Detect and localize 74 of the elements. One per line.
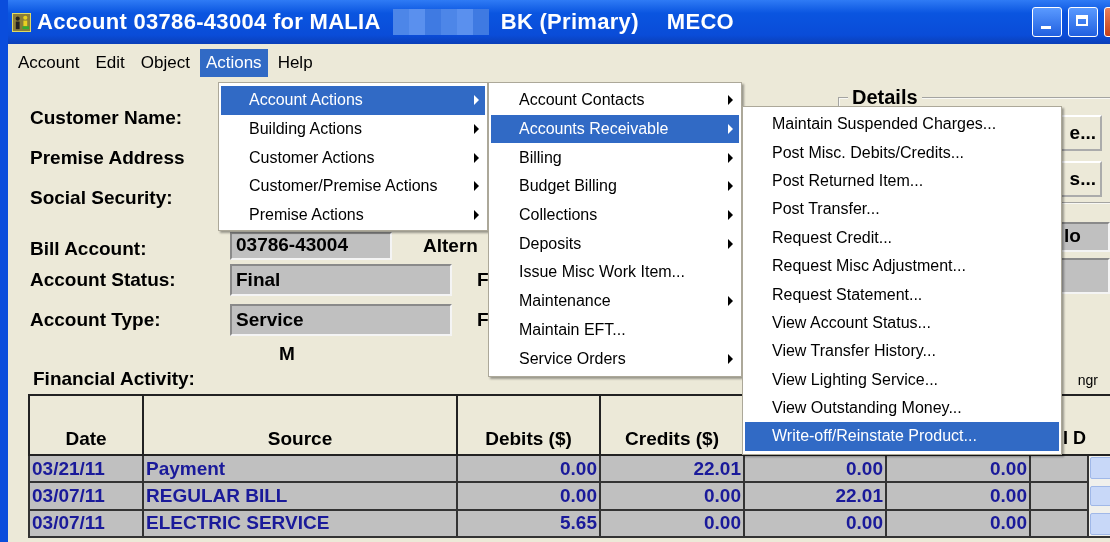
table-cell: 0.00 [457,455,600,483]
menu-item[interactable]: Post Transfer... [745,195,1059,224]
table-cell: 0.00 [886,482,1030,510]
menu-item[interactable]: Collections [491,200,739,230]
menu-item[interactable]: Request Statement... [745,280,1059,309]
maximize-button[interactable] [1068,7,1098,37]
window-title: BK (Primary) [500,9,639,35]
menu-item[interactable]: Budget Billing [491,172,739,201]
menu-item[interactable]: View Transfer History... [745,337,1059,366]
column-header: Credits ($) [600,395,744,455]
menu-item[interactable]: Account Contacts [491,86,739,115]
menu-item[interactable]: Building Actions [221,114,485,144]
menu-item[interactable]: View Lighting Service... [745,365,1059,394]
text-field[interactable]: Service [230,304,452,336]
menu-item[interactable]: Premise Actions [221,200,485,230]
text-field[interactable]: 03786-43004 [230,232,392,260]
table-cell: 5.65 [457,509,600,537]
text-field[interactable]: Final [230,264,452,296]
menu-item[interactable]: Maintain EFT... [491,315,739,345]
table-cell: 0.00 [457,482,600,510]
menu-item[interactable]: Edit [89,49,131,77]
table-cell: REGULAR BILL [143,482,457,510]
table-cell: ELECTRIC SERVICE [143,509,457,537]
field-label: Account Status: [30,269,177,291]
table-cell: 22.01 [600,455,744,483]
text-field[interactable] [1060,258,1110,294]
menu-item[interactable]: Actions [199,49,268,77]
table-cell: 0.00 [744,455,886,483]
table-cell: Payment [143,455,457,483]
field-label: Social Security: [30,187,174,209]
minimize-button[interactable] [1032,7,1062,37]
field-label: F [477,269,489,291]
menu-item[interactable]: Customer/Premise Actions [221,172,485,201]
field-label: Customer Name: [30,107,184,129]
column-header: Debits ($) [457,395,600,455]
column-header: Source [143,395,457,455]
window-title: MECO [666,9,734,35]
table-cell: 0.00 [600,509,744,537]
menu-item[interactable]: Help [271,49,319,77]
field-label: F [477,309,489,331]
menu-item[interactable]: View Account Status... [745,308,1059,338]
menu-item[interactable]: Write-off/Reinstate Product... [745,422,1059,451]
section-title: Financial Activity: [33,368,195,390]
menu-item[interactable]: Maintenance [491,286,739,316]
table-cell: 03/07/11 [29,482,143,510]
menu-item[interactable]: Object [134,49,196,77]
table-cell: 0.00 [886,455,1030,483]
table-cell: 03/21/11 [29,455,143,483]
column-header: Date [29,395,143,455]
field-label: Bill Account: [30,238,148,260]
table-cell: 0.00 [744,509,886,537]
field-label: Premise Address [30,147,186,169]
field-label: Account Type: [30,309,162,331]
menu-item[interactable]: Request Misc Adjustment... [745,251,1059,281]
field-label: Altern [423,235,478,257]
menu-item[interactable]: Account Actions [221,86,485,115]
menu-item[interactable]: Accounts Receivable [491,114,739,144]
window-title: Account 03786-43004 for MALIA [37,9,381,35]
column-label: ngr [1077,372,1098,388]
group-title: Details [851,86,919,109]
menu-item[interactable]: Customer Actions [221,143,485,173]
menu-item[interactable]: Account [12,49,86,77]
menu-item[interactable]: Billing [491,143,739,173]
table-cell: 03/07/11 [29,509,143,537]
table-cell: 0.00 [600,482,744,510]
table-cell: 22.01 [744,482,886,510]
menu-item[interactable]: Deposits [491,229,739,259]
app-icon [12,12,31,32]
menu-item[interactable]: Issue Misc Work Item... [491,258,739,287]
menu-item[interactable]: Service Orders [491,344,739,373]
scroll-bar[interactable] [1088,455,1110,537]
field-label: M [279,343,295,365]
table-cell: 0.00 [886,509,1030,537]
scroll-thumb[interactable] [1090,486,1110,506]
